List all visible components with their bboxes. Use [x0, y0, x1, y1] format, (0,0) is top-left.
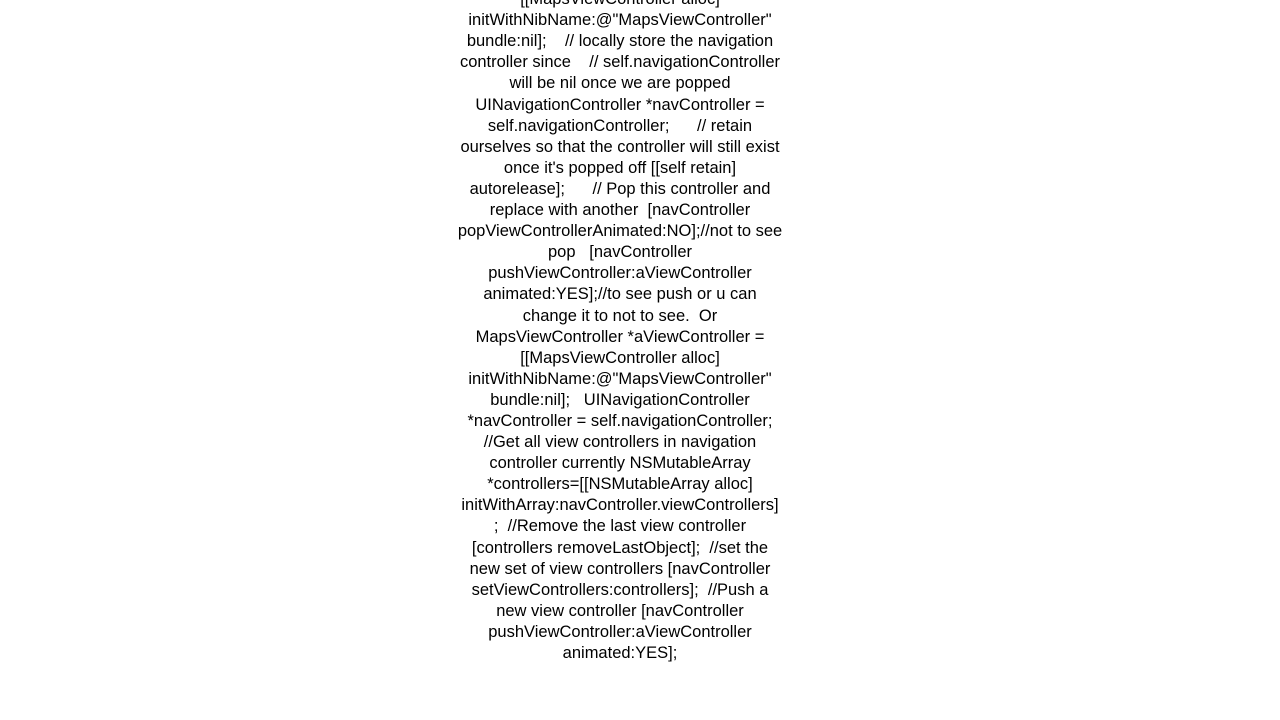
code-snippet-text: MapsViewController *aViewController = [[… — [457, 0, 783, 662]
page-viewport: MapsViewController *aViewController = [[… — [0, 0, 1280, 720]
